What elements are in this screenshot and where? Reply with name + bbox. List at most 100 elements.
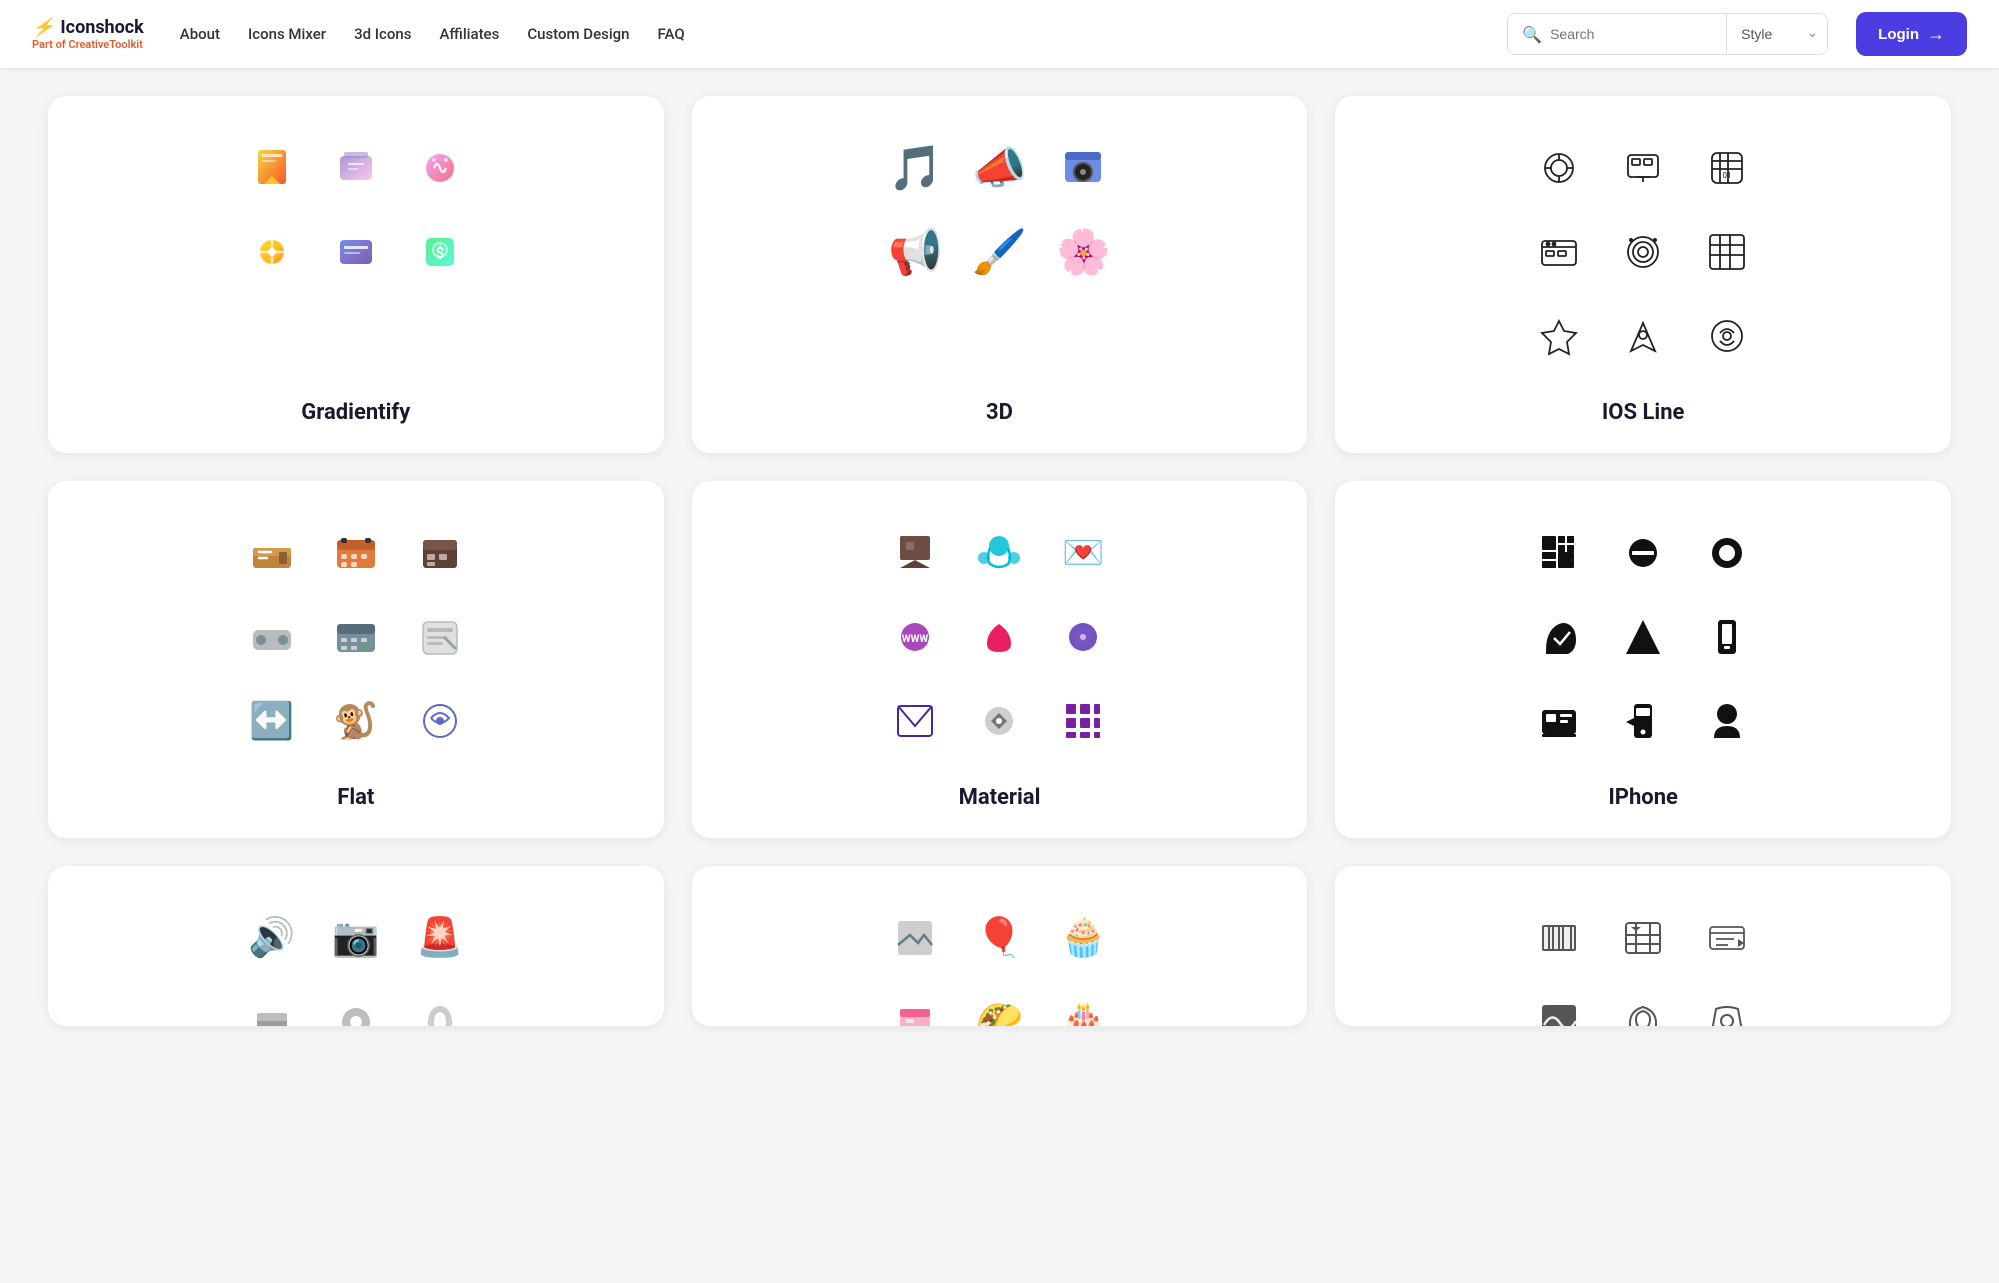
card-bottom-2[interactable]: 🎈 🧁 🌮 🎂 bbox=[692, 866, 1308, 1026]
card-material[interactable]: 💌 WWW bbox=[692, 481, 1308, 838]
ios-icon-9 bbox=[1687, 296, 1767, 376]
card-3d[interactable]: 🎵 📣 📢 🖌️ 🌸 3D bbox=[692, 96, 1308, 453]
login-button[interactable]: Login → bbox=[1856, 12, 1967, 56]
gradientify-icon-grid: $ bbox=[232, 128, 480, 376]
ios-icon-3: 01 bbox=[1687, 128, 1767, 208]
login-label: Login bbox=[1878, 26, 1919, 43]
nav-icons-mixer[interactable]: Icons Mixer bbox=[248, 25, 326, 43]
nav-faq[interactable]: FAQ bbox=[658, 25, 685, 43]
b1-icon-3: 🚨 bbox=[400, 898, 480, 978]
3d-icon-1: 🎵 bbox=[875, 128, 955, 208]
iphone-icon-3 bbox=[1687, 513, 1767, 593]
bottom1-icon-grid: 🔊 📷 🚨 bbox=[232, 898, 480, 1026]
svg-text:WWW: WWW bbox=[902, 634, 929, 645]
icon-packs-grid: $ Gradientify 🎵 📣 bbox=[48, 96, 1951, 1026]
b3-icon-3 bbox=[1687, 898, 1767, 978]
ios-icon-7 bbox=[1519, 296, 1599, 376]
b3-icon-2 bbox=[1603, 898, 1683, 978]
search-area: 🔍 Style Flat 3D Line Gradient bbox=[1507, 13, 1828, 55]
style-select-wrap: Style Flat 3D Line Gradient bbox=[1727, 13, 1828, 55]
search-icon: 🔍 bbox=[1522, 25, 1542, 44]
nav-3d-icons[interactable]: 3d Icons bbox=[354, 25, 411, 43]
gradientify-title: Gradientify bbox=[301, 400, 410, 425]
b3-icon-6 bbox=[1687, 982, 1767, 1026]
main-content: $ Gradientify 🎵 📣 bbox=[0, 68, 1999, 1074]
svg-text:01: 01 bbox=[1723, 171, 1732, 180]
card-bottom-1[interactable]: 🔊 📷 🚨 bbox=[48, 866, 664, 1026]
3d-icon-6: 🌸 bbox=[1043, 212, 1123, 292]
search-input[interactable] bbox=[1550, 26, 1710, 42]
flat-icon-4 bbox=[232, 597, 312, 677]
iphone-title: IPhone bbox=[1608, 785, 1678, 810]
mat-icon-6 bbox=[1043, 597, 1123, 677]
iphone-icon-4 bbox=[1519, 597, 1599, 677]
3d-icon-3 bbox=[1043, 128, 1123, 208]
nav-affiliates[interactable]: Affiliates bbox=[439, 25, 499, 43]
flat-icon-grid: $ ↔️ 🐒 bbox=[232, 513, 480, 761]
grad-icon-3 bbox=[400, 128, 480, 208]
logo-lightning-icon: ⚡ bbox=[32, 17, 54, 38]
iphone-icon-5 bbox=[1603, 597, 1683, 677]
nav-about[interactable]: About bbox=[180, 25, 220, 43]
flat-icon-6 bbox=[400, 597, 480, 677]
b1-icon-5 bbox=[316, 982, 396, 1026]
flat-title: Flat bbox=[337, 785, 374, 810]
card-iphone[interactable]: IPhone bbox=[1335, 481, 1951, 838]
mat-icon-4: WWW bbox=[875, 597, 955, 677]
3d-title: 3D bbox=[986, 400, 1013, 425]
flat-icon-9 bbox=[400, 681, 480, 761]
flat-icon-7: ↔️ bbox=[232, 681, 312, 761]
mat-icon-5 bbox=[959, 597, 1039, 677]
flat-icon-3 bbox=[400, 513, 480, 593]
3d-icon-2: 📣 bbox=[959, 128, 1039, 208]
b3-icon-1 bbox=[1519, 898, 1599, 978]
mat-icon-7 bbox=[875, 681, 955, 761]
main-nav: About Icons Mixer 3d Icons Affiliates Cu… bbox=[180, 25, 1507, 43]
b1-icon-6 bbox=[400, 982, 480, 1026]
3d-icon-8 bbox=[959, 296, 1039, 376]
b2-icon-6: 🎂 bbox=[1043, 982, 1123, 1026]
nav-custom-design[interactable]: Custom Design bbox=[527, 25, 629, 43]
b1-icon-1: 🔊 bbox=[232, 898, 312, 978]
3d-icon-5: 🖌️ bbox=[959, 212, 1039, 292]
card-ios-line[interactable]: 01 bbox=[1335, 96, 1951, 453]
3d-icon-4: 📢 bbox=[875, 212, 955, 292]
logo[interactable]: ⚡ Iconshock Part of CreativeToolkit bbox=[32, 17, 144, 51]
card-bottom-3[interactable] bbox=[1335, 866, 1951, 1026]
ios-icon-1 bbox=[1519, 128, 1599, 208]
flat-icon-2 bbox=[316, 513, 396, 593]
ios-icon-6 bbox=[1687, 212, 1767, 292]
b2-icon-5: 🌮 bbox=[959, 982, 1039, 1026]
bottom2-icon-grid: 🎈 🧁 🌮 🎂 bbox=[875, 898, 1123, 1026]
b2-icon-3: 🧁 bbox=[1043, 898, 1123, 978]
card-flat[interactable]: $ ↔️ 🐒 bbox=[48, 481, 664, 838]
grad-icon-1 bbox=[232, 128, 312, 208]
style-select[interactable]: Style Flat 3D Line Gradient bbox=[1727, 13, 1828, 55]
b2-icon-4 bbox=[875, 982, 955, 1026]
ios-icon-grid: 01 bbox=[1519, 128, 1767, 376]
bottom3-icon-grid bbox=[1519, 898, 1767, 1026]
iphone-icon-grid bbox=[1519, 513, 1767, 761]
b1-icon-2: 📷 bbox=[316, 898, 396, 978]
mat-icon-9 bbox=[1043, 681, 1123, 761]
b3-icon-5 bbox=[1603, 982, 1683, 1026]
3d-icon-grid: 🎵 📣 📢 🖌️ 🌸 bbox=[875, 128, 1123, 376]
grad-icon-6: $ bbox=[400, 212, 480, 292]
iphone-icon-8 bbox=[1603, 681, 1683, 761]
material-icon-grid: 💌 WWW bbox=[875, 513, 1123, 761]
card-gradientify[interactable]: $ Gradientify bbox=[48, 96, 664, 453]
b1-icon-4 bbox=[232, 982, 312, 1026]
material-title: Material bbox=[959, 785, 1041, 810]
flat-icon-8: 🐒 bbox=[316, 681, 396, 761]
iphone-icon-6 bbox=[1687, 597, 1767, 677]
svg-text:$: $ bbox=[361, 643, 366, 654]
mat-icon-2 bbox=[959, 513, 1039, 593]
mat-icon-8 bbox=[959, 681, 1039, 761]
mat-icon-3: 💌 bbox=[1043, 513, 1123, 593]
b2-icon-2: 🎈 bbox=[959, 898, 1039, 978]
ios-icon-2 bbox=[1603, 128, 1683, 208]
ios-icon-8 bbox=[1603, 296, 1683, 376]
b2-icon-1 bbox=[875, 898, 955, 978]
flat-icon-5: $ bbox=[316, 597, 396, 677]
grad-icon-5 bbox=[316, 212, 396, 292]
